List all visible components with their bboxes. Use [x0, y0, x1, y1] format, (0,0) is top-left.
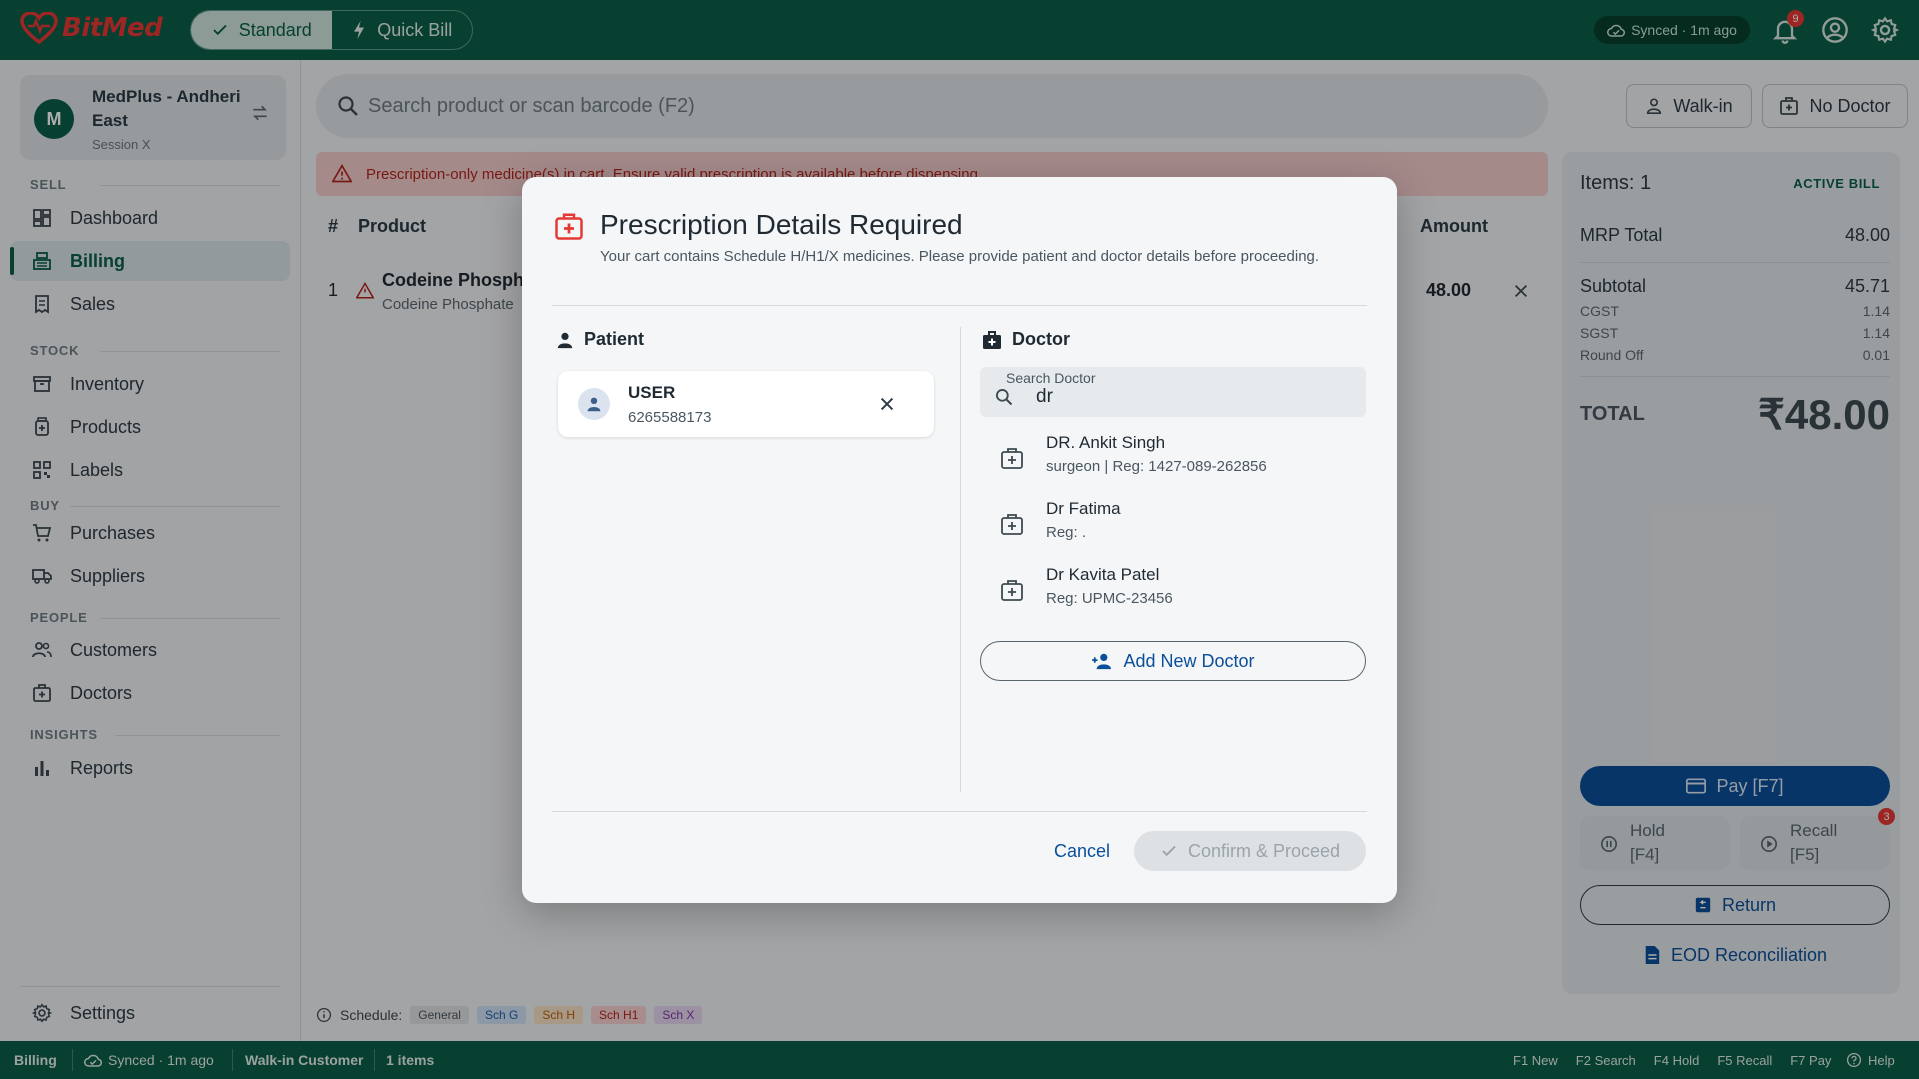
medical-bag-icon	[1001, 514, 1023, 535]
doctor-name: Dr Fatima	[1046, 499, 1121, 518]
medical-bag-icon	[1001, 448, 1023, 469]
doctor-section-heading: Doctor	[982, 329, 1070, 350]
doctor-option-fatima[interactable]: Dr Fatima Reg: .	[980, 493, 1366, 553]
doctor-meta: Reg: UPMC-23456	[1046, 590, 1173, 607]
dialog-divider	[552, 305, 1367, 306]
doctor-search-input[interactable]: Search Doctor dr	[980, 367, 1366, 417]
medical-kit-icon	[555, 213, 583, 240]
dialog-title: Prescription Details Required	[600, 209, 963, 240]
search-icon	[996, 389, 1013, 406]
prescription-details-dialog: Prescription Details Required Your cart …	[522, 177, 1397, 903]
medical-bag-icon	[983, 330, 1001, 349]
close-icon[interactable]	[878, 395, 896, 413]
doctor-meta: Reg: .	[1046, 524, 1087, 541]
patient-name: USER	[628, 383, 676, 402]
doctor-heading-text: Doctor	[1012, 329, 1070, 349]
add-new-doctor-button[interactable]: Add New Doctor	[980, 641, 1366, 681]
confirm-label: Confirm & Proceed	[1187, 840, 1341, 861]
add-person-icon	[1092, 653, 1112, 670]
doctor-option-kavita-patel[interactable]: Dr Kavita Patel Reg: UPMC-23456	[980, 559, 1366, 619]
doctor-name: Dr Kavita Patel	[1046, 565, 1160, 584]
patient-phone: 6265588173	[628, 409, 712, 426]
doctor-search-label: Search Doctor	[1006, 370, 1096, 386]
doctor-option-ankit-singh[interactable]: DR. Ankit Singh surgeon | Reg: 1427-089-…	[980, 427, 1366, 487]
dialog-subtitle: Your cart contains Schedule H/H1/X medic…	[600, 248, 1320, 265]
confirm-proceed-button[interactable]: Confirm & Proceed	[1134, 831, 1366, 871]
person-icon	[557, 332, 573, 348]
patient-section-heading: Patient	[556, 329, 644, 350]
medical-bag-icon	[1001, 580, 1023, 601]
check-icon	[1162, 845, 1176, 857]
doctor-name: DR. Ankit Singh	[1046, 433, 1166, 452]
column-divider	[960, 327, 961, 792]
cancel-button[interactable]: Cancel	[1042, 831, 1122, 871]
dialog-divider	[552, 811, 1367, 812]
doctor-meta: surgeon | Reg: 1427-089-262856	[1046, 458, 1267, 475]
patient-avatar	[578, 388, 610, 420]
add-doctor-label: Add New Doctor	[1123, 650, 1255, 671]
person-icon	[587, 397, 601, 412]
patient-heading-text: Patient	[584, 329, 645, 349]
selected-patient-card[interactable]: USER 6265588173	[558, 371, 934, 437]
doctor-search-value: dr	[1036, 386, 1053, 407]
